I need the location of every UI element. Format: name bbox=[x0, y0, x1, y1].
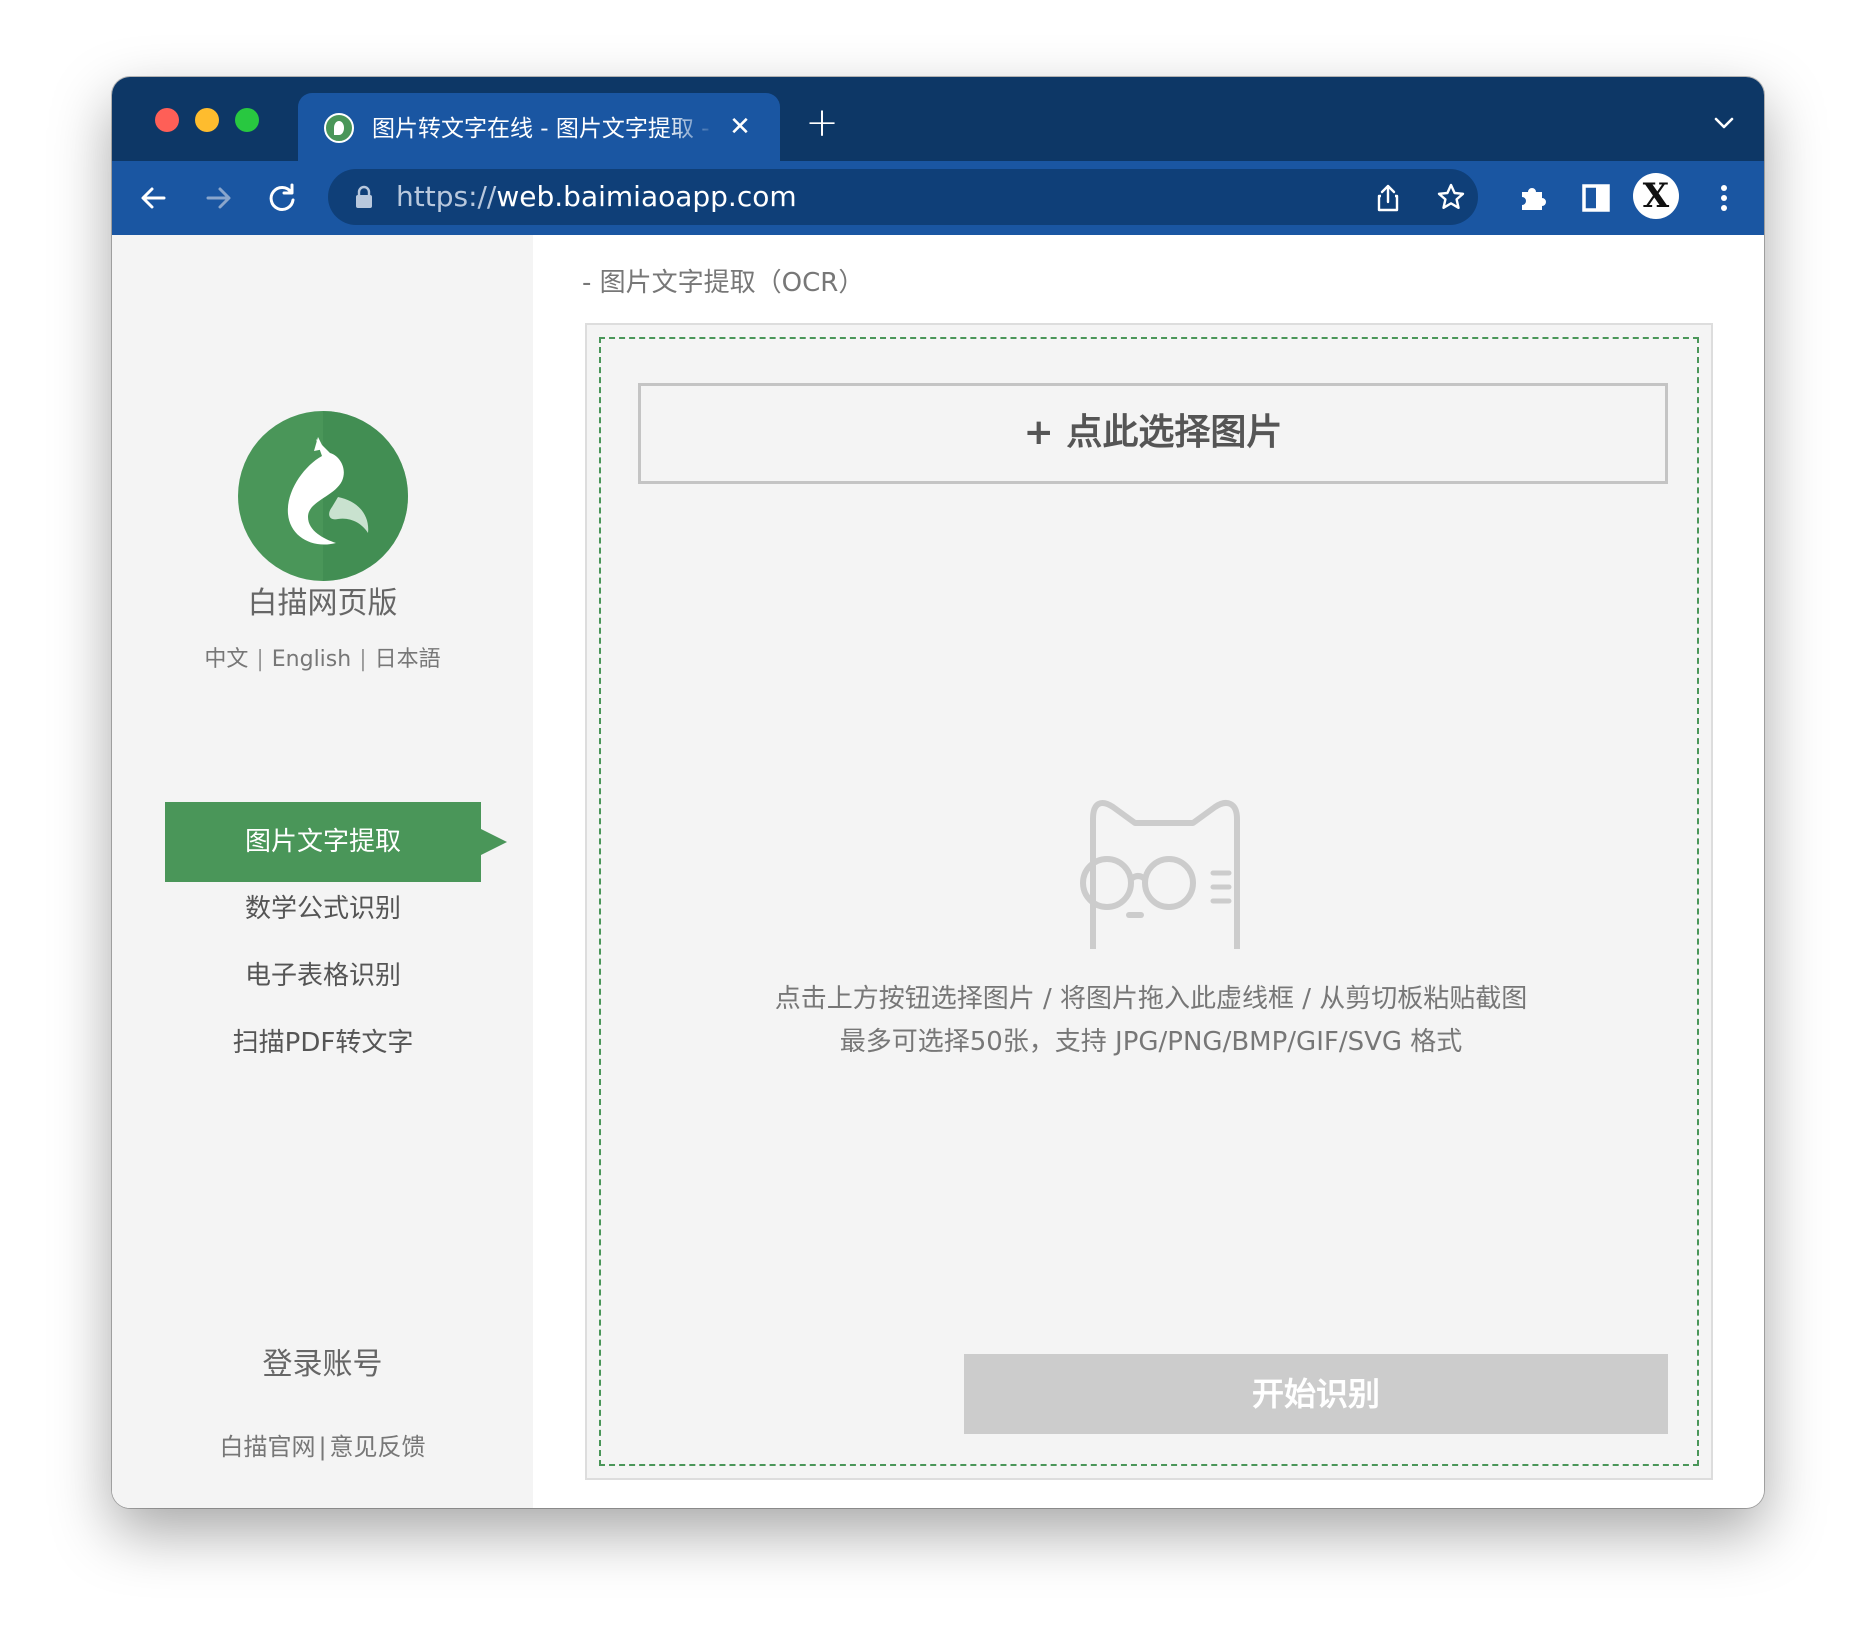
tab-strip: 图片转文字在线 - 图片文字提取 - 白描网页版 ✕ + bbox=[112, 77, 1764, 161]
tab-close-button[interactable]: ✕ bbox=[724, 111, 756, 143]
cat-glasses-icon bbox=[1080, 800, 1240, 949]
star-icon[interactable] bbox=[1436, 182, 1466, 212]
lang-japanese-link[interactable]: 日本語 bbox=[375, 647, 441, 672]
lang-separator: | bbox=[256, 647, 264, 672]
page-title: - 图片文字提取（OCR） bbox=[582, 268, 865, 298]
extensions-icon[interactable] bbox=[1512, 178, 1552, 218]
lock-icon[interactable] bbox=[354, 185, 374, 209]
profile-avatar[interactable]: X bbox=[1633, 173, 1679, 219]
forward-icon[interactable] bbox=[198, 178, 238, 218]
share-icon[interactable] bbox=[1374, 183, 1402, 213]
lang-separator: | bbox=[359, 647, 367, 672]
menu-icon[interactable] bbox=[1704, 178, 1744, 218]
address-bar[interactable]: https://web.baimiaoapp.com bbox=[328, 169, 1478, 225]
page-content: 白描网页版 中文 | English | 日本語 图片文字提取 数学公式识别 电子表格识… bbox=[112, 235, 1764, 1508]
new-tab-button[interactable]: + bbox=[802, 103, 842, 143]
baimiao-logo-icon[interactable] bbox=[238, 411, 408, 581]
drop-zone[interactable]: + 点此选择图片 点击上方按钮选择图片 / 将图片拖入此虚线框 / 从剪切板粘贴… bbox=[585, 323, 1713, 1480]
url-text[interactable]: https://web.baimiaoapp.com bbox=[396, 179, 797, 215]
browser-tab-active[interactable]: 图片转文字在线 - 图片文字提取 - 白描网页版 ✕ bbox=[298, 93, 780, 161]
close-window-button[interactable] bbox=[155, 108, 179, 132]
nav-item-scan-pdf[interactable]: 扫描PDF转文字 bbox=[165, 1003, 481, 1083]
hint-line-2: 最多可选择50张，支持 JPG/PNG/BMP/GIF/SVG 格式 bbox=[839, 1027, 1463, 1057]
sidebar: 白描网页版 中文 | English | 日本語 图片文字提取 数学公式识别 电子表格识… bbox=[112, 235, 533, 1508]
select-image-button[interactable]: + 点此选择图片 bbox=[638, 383, 1668, 484]
back-icon[interactable] bbox=[134, 178, 174, 218]
url-host: web.baimiaoapp.com bbox=[496, 180, 797, 213]
language-switcher: 中文 | English | 日本語 bbox=[112, 645, 533, 675]
maximize-window-button[interactable] bbox=[235, 108, 259, 132]
feedback-link[interactable]: 意见反馈 bbox=[330, 1433, 426, 1461]
hint-line-1: 点击上方按钮选择图片 / 将图片拖入此虚线框 / 从剪切板粘贴截图 bbox=[774, 984, 1528, 1014]
tab-title: 图片转文字在线 - 图片文字提取 - 白描网页版 bbox=[372, 116, 717, 142]
login-link[interactable]: 登录账号 bbox=[112, 1345, 533, 1385]
minimize-window-button[interactable] bbox=[195, 108, 219, 132]
url-protocol: https:// bbox=[396, 180, 497, 213]
chevron-down-icon[interactable] bbox=[1712, 111, 1736, 135]
browser-toolbar: https://web.baimiaoapp.com X bbox=[112, 161, 1764, 235]
dashed-drop-area[interactable]: + 点此选择图片 点击上方按钮选择图片 / 将图片拖入此虚线框 / 从剪切板粘贴… bbox=[599, 337, 1699, 1466]
official-site-link[interactable]: 白描官网 bbox=[219, 1433, 315, 1461]
brand-name: 白描网页版 bbox=[247, 586, 398, 621]
lang-english-link[interactable]: English bbox=[272, 647, 351, 672]
footer-separator: | bbox=[318, 1433, 327, 1461]
favicon-icon bbox=[324, 113, 354, 143]
footer-links: 白描官网 | 意见反馈 bbox=[112, 1431, 533, 1463]
sidepanel-icon[interactable] bbox=[1576, 178, 1616, 218]
reload-icon[interactable] bbox=[262, 178, 302, 218]
start-recognition-button[interactable]: 开始识别 bbox=[964, 1354, 1668, 1434]
lang-chinese-link[interactable]: 中文 bbox=[204, 647, 248, 672]
browser-window: 图片转文字在线 - 图片文字提取 - 白描网页版 ✕ + https://web… bbox=[112, 77, 1764, 1508]
